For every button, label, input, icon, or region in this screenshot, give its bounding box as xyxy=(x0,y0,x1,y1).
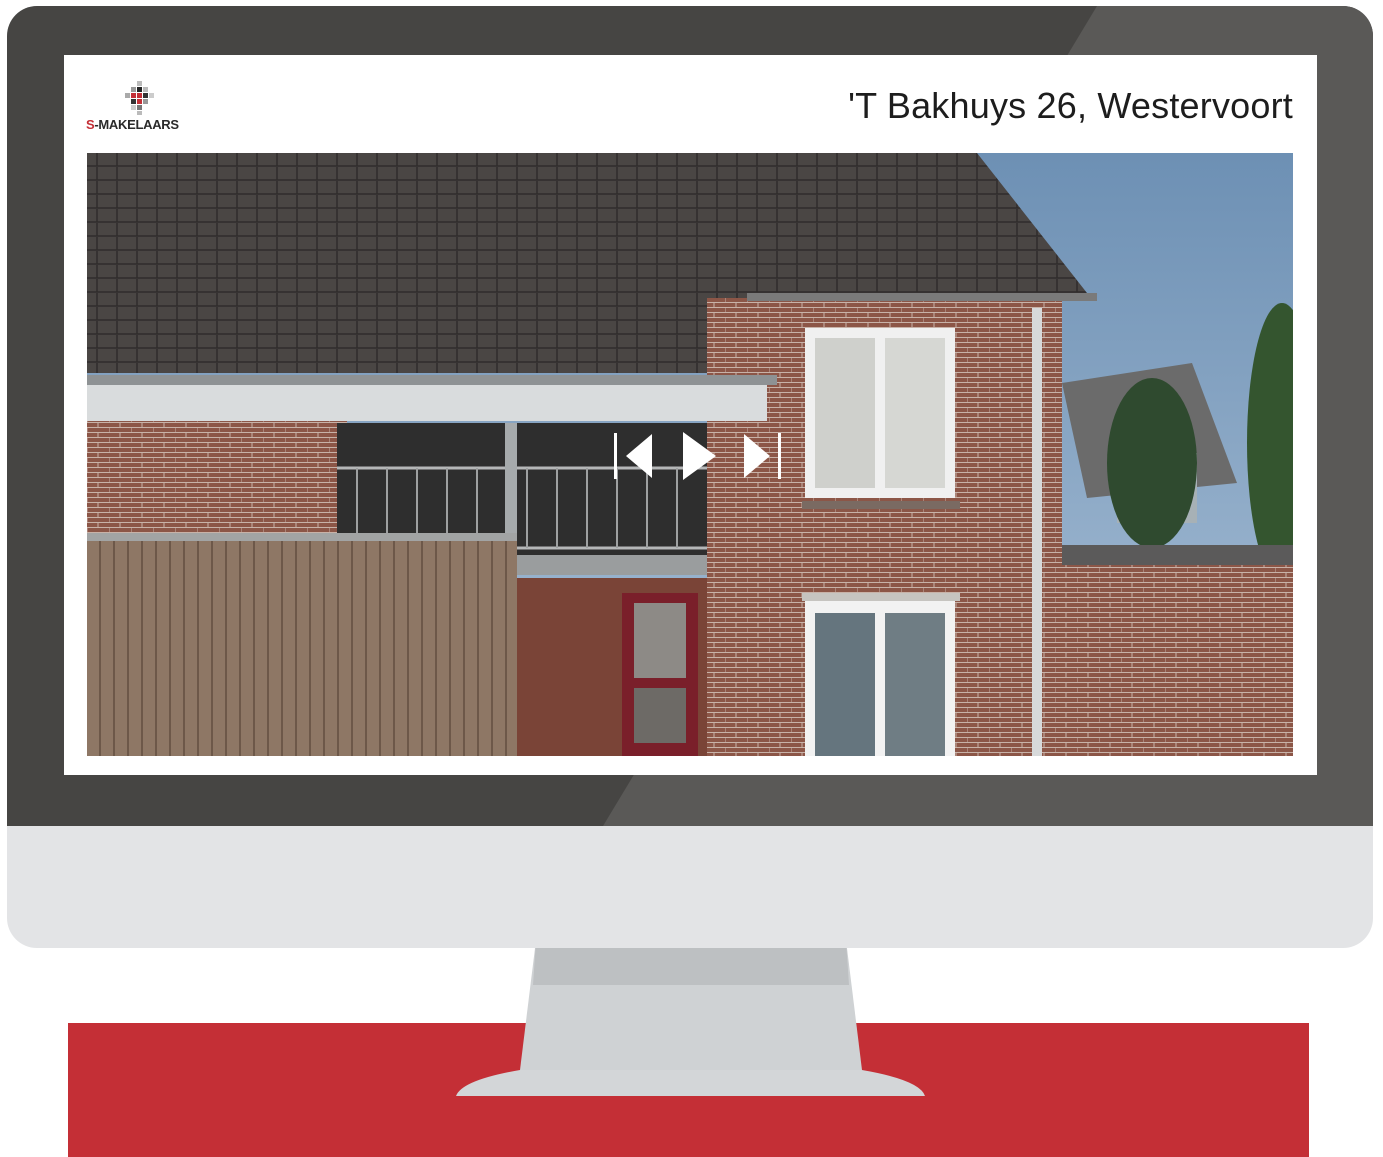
slideshow-controls xyxy=(614,430,784,482)
next-icon[interactable] xyxy=(742,430,784,482)
s-makelaars-logo[interactable]: S-MAKELAARS xyxy=(86,79,196,135)
monitor: S-MAKELAARS 'T Bakhuys 26, Westervoort xyxy=(7,6,1373,948)
listing-title: 'T Bakhuys 26, Westervoort xyxy=(848,85,1293,126)
logo-suffix: -MAKELAARS xyxy=(94,117,179,132)
previous-icon[interactable] xyxy=(614,430,656,482)
logo-wordmark: S-MAKELAARS xyxy=(86,117,179,132)
screen: S-MAKELAARS 'T Bakhuys 26, Westervoort xyxy=(64,55,1317,775)
logo-mark-icon xyxy=(125,81,154,115)
property-photo[interactable] xyxy=(87,153,1293,756)
play-icon[interactable] xyxy=(680,430,718,482)
